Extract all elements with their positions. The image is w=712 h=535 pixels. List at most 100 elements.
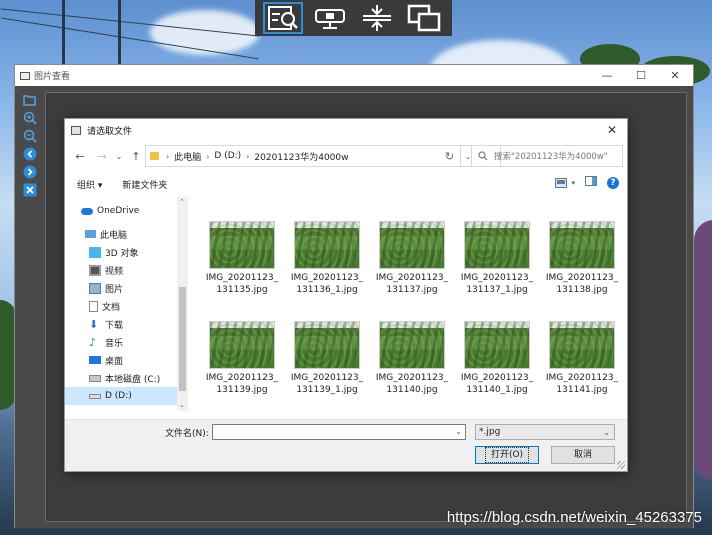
open-button[interactable]: 打开(O) xyxy=(475,446,539,464)
help-icon: ? xyxy=(610,177,616,188)
cancel-button[interactable]: 取消 xyxy=(551,446,615,464)
nav-item-label: 桌面 xyxy=(105,356,124,367)
new-folder-button[interactable]: 新建文件夹 xyxy=(122,178,167,191)
zoom-out-button[interactable] xyxy=(22,128,38,143)
nav-item-label: OneDrive xyxy=(97,206,140,216)
dialog-close-button[interactable]: ✕ xyxy=(597,119,627,141)
chevron-down-icon[interactable]: ⌄ xyxy=(455,427,462,436)
zoom-fit-button[interactable] xyxy=(262,2,303,34)
nav-item-pictures[interactable]: 图片 xyxy=(89,279,123,297)
nav-item-music[interactable]: ♪ 音乐 xyxy=(89,333,123,351)
dialog-app-icon xyxy=(71,125,81,135)
maximize-button[interactable]: ☐ xyxy=(624,65,658,86)
nav-item-label: D (D:) xyxy=(105,391,132,401)
nav-item-videos[interactable]: 视频 xyxy=(89,261,123,279)
pictures-icon xyxy=(89,282,101,294)
chevron-down-icon: ⌄ xyxy=(603,428,610,437)
image-thumbnail xyxy=(464,221,530,269)
up-button[interactable]: ↑ xyxy=(125,145,147,167)
zoom-in-icon xyxy=(23,111,37,125)
file-item[interactable]: IMG_20201123_ 131139.jpg xyxy=(201,321,283,396)
viewer-close-button[interactable]: ✕ xyxy=(658,65,692,86)
breadcrumb-separator-icon: › xyxy=(166,151,170,161)
forward-button[interactable]: → xyxy=(91,145,113,167)
nav-item-local-disk-c[interactable]: 本地磁盘 (C:) xyxy=(89,369,160,387)
download-icon: ⬇ xyxy=(89,317,99,331)
file-item[interactable]: IMG_20201123_ 131138.jpg xyxy=(541,221,623,296)
refresh-button[interactable]: ↻ xyxy=(439,145,461,167)
preview-pane-button[interactable] xyxy=(585,176,597,189)
back-button[interactable]: ← xyxy=(69,145,91,167)
nav-item-label: 3D 对象 xyxy=(105,248,139,259)
search-input[interactable]: 搜索"20201123华为4000w" xyxy=(471,145,623,167)
scrollbar-thumb[interactable] xyxy=(179,287,186,391)
resize-grip[interactable] xyxy=(617,461,625,469)
command-bar: 组织 ▾ 新建文件夹 ▾ ? xyxy=(65,173,627,195)
breadcrumb-item[interactable]: D (D:) xyxy=(214,151,241,161)
maximize-icon: ☐ xyxy=(636,69,646,82)
file-item[interactable]: IMG_20201123_ 131141.jpg xyxy=(541,321,623,396)
navigation-scrollbar[interactable]: ⌃ ⌄ xyxy=(177,197,188,411)
nav-item-documents[interactable]: 文档 xyxy=(89,297,120,315)
filename-input[interactable]: ⌄ xyxy=(212,424,466,440)
file-name: IMG_20201123_ 131138.jpg xyxy=(545,273,619,295)
file-name: IMG_20201123_ 131139.jpg xyxy=(205,373,279,395)
file-item[interactable]: IMG_20201123_ 131139_1.jpg xyxy=(286,321,368,396)
file-item[interactable]: IMG_20201123_ 131137_1.jpg xyxy=(456,221,538,296)
nav-item-d-drive[interactable]: D (D:) xyxy=(65,387,177,405)
image-thumbnail xyxy=(549,221,615,269)
file-name: IMG_20201123_ 131140.jpg xyxy=(375,373,449,395)
zoom-in-button[interactable] xyxy=(22,110,38,125)
copy-windows-button[interactable] xyxy=(404,2,444,34)
copy-windows-icon xyxy=(408,4,441,32)
nav-item-3d-objects[interactable]: 3D 对象 xyxy=(89,243,139,261)
image-thumbnail xyxy=(294,221,360,269)
nav-item-label: 本地磁盘 (C:) xyxy=(105,374,161,385)
video-icon xyxy=(89,264,101,276)
rotate-icon xyxy=(23,183,37,196)
help-button[interactable]: ? xyxy=(607,176,619,189)
file-type-select[interactable]: *.jpg ⌄ xyxy=(475,424,615,440)
file-name: IMG_20201123_ 131139_1.jpg xyxy=(290,373,364,395)
monitor-button[interactable] xyxy=(310,2,350,34)
image-toolbar xyxy=(255,0,452,36)
nav-item-desktop[interactable]: 桌面 xyxy=(89,351,123,369)
file-name: IMG_20201123_ 131135.jpg xyxy=(205,273,279,295)
music-icon: ♪ xyxy=(89,335,97,349)
cloud-icon xyxy=(81,207,93,215)
file-item[interactable]: IMG_20201123_ 131136_1.jpg xyxy=(286,221,368,296)
file-item[interactable]: IMG_20201123_ 131135.jpg xyxy=(201,221,283,296)
open-button-label: 打开(O) xyxy=(484,447,530,463)
dialog-titlebar: 请选取文件 xyxy=(65,119,627,141)
breadcrumb-item[interactable]: 20201123华为4000w xyxy=(254,150,348,163)
preview-pane-icon xyxy=(585,176,597,186)
nav-item-label: 此电脑 xyxy=(100,230,128,241)
breadcrumb-item[interactable]: 此电脑 xyxy=(174,150,201,163)
previous-button[interactable] xyxy=(22,146,38,161)
view-options-button[interactable]: ▾ xyxy=(555,177,575,188)
file-name: IMG_20201123_ 131137_1.jpg xyxy=(460,273,534,295)
compress-vertical-icon xyxy=(363,5,392,31)
file-item[interactable]: IMG_20201123_ 131137.jpg xyxy=(371,221,453,296)
breadcrumb-separator-icon: › xyxy=(246,151,250,161)
nav-item-label: 音乐 xyxy=(105,338,124,349)
nav-item-downloads[interactable]: ⬇ 下载 xyxy=(89,315,123,333)
open-folder-button[interactable] xyxy=(22,92,38,107)
nav-item-onedrive[interactable]: OneDrive xyxy=(81,202,139,220)
folder-icon xyxy=(150,152,159,160)
next-icon xyxy=(23,165,37,178)
minimize-button[interactable]: — xyxy=(590,65,624,86)
file-item[interactable]: IMG_20201123_ 131140_1.jpg xyxy=(456,321,538,396)
drive-d-icon xyxy=(89,393,101,399)
file-item[interactable]: IMG_20201123_ 131140.jpg xyxy=(371,321,453,396)
rotate-button[interactable] xyxy=(22,182,38,197)
next-button[interactable] xyxy=(22,164,38,179)
recent-locations-button[interactable]: ⌄ xyxy=(113,145,125,167)
organize-button[interactable]: 组织 ▾ xyxy=(77,178,102,191)
image-thumbnail xyxy=(379,321,445,369)
nav-item-this-pc[interactable]: 此电脑 xyxy=(85,225,127,243)
compress-button[interactable] xyxy=(357,2,397,34)
image-thumbnail xyxy=(294,321,360,369)
folder-open-icon xyxy=(23,94,36,106)
chevron-down-icon: ⌄ xyxy=(115,151,123,161)
